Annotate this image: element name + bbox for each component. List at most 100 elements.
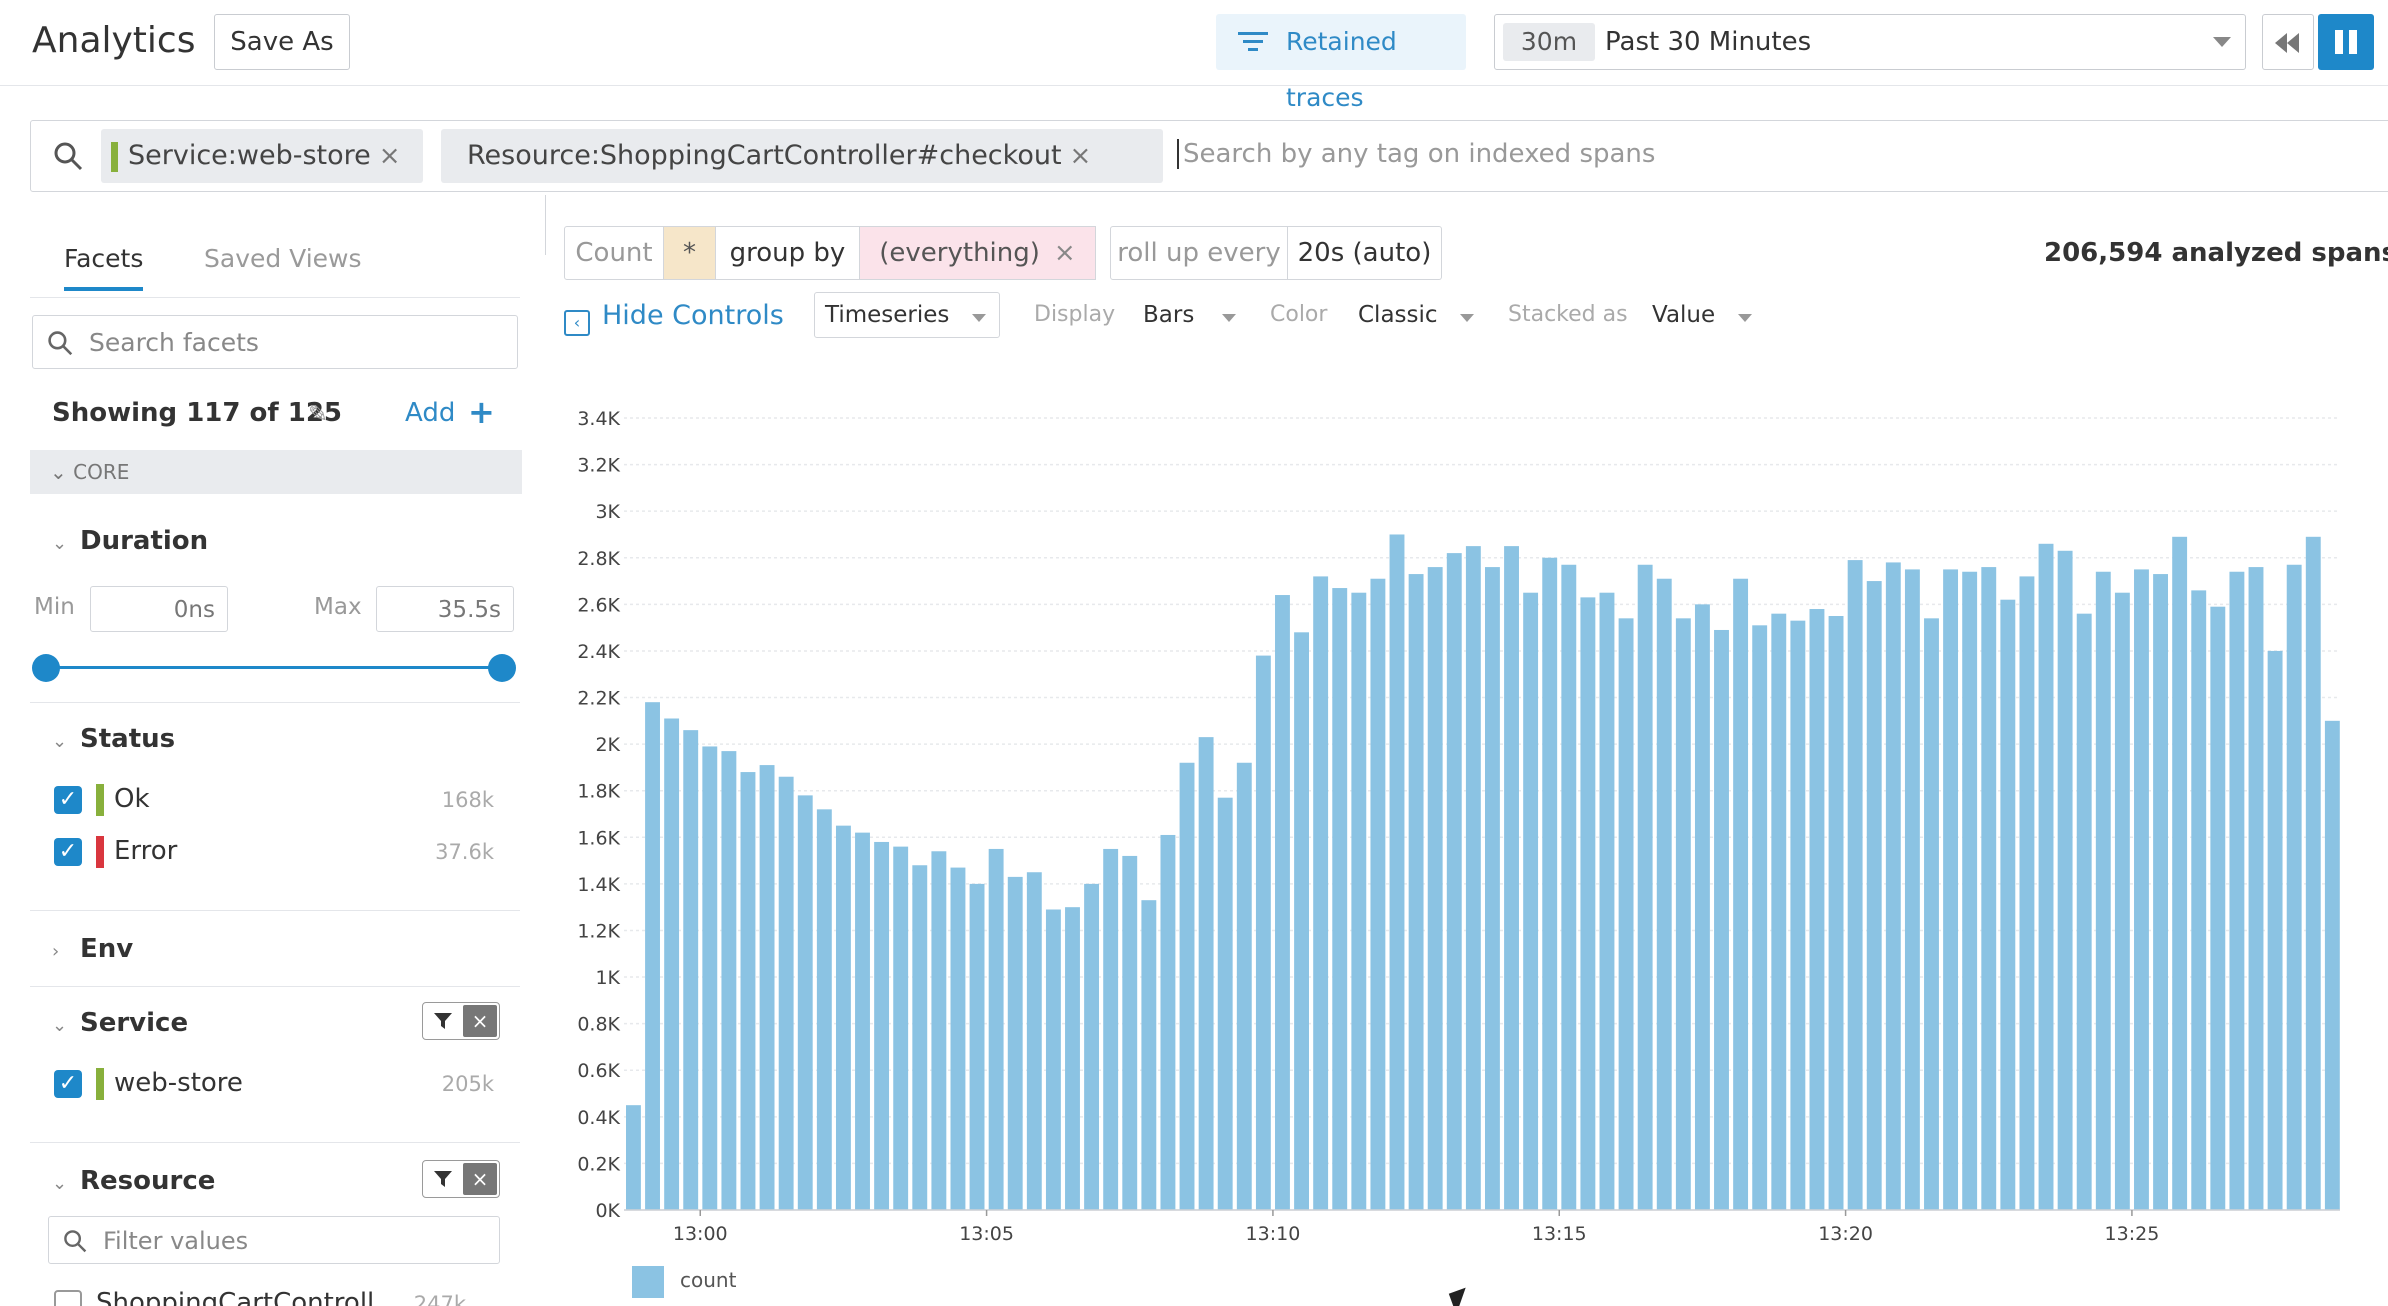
chart-bar [1198, 737, 1214, 1210]
facet-status-header[interactable]: ⌄ Status [52, 724, 175, 754]
measure-select[interactable]: Count [564, 226, 664, 280]
chart-bar [626, 1105, 641, 1210]
chart-bar [1962, 571, 1978, 1210]
span-search-bar[interactable]: Service:web-store × Resource:ShoppingCart… [30, 120, 2388, 192]
retained-traces-button[interactable]: Retained traces [1216, 14, 1466, 112]
chart-bar [1485, 567, 1500, 1210]
y-tick-label: 3.4K [577, 408, 620, 430]
chart-bar [1618, 618, 1634, 1210]
stacked-select[interactable]: Value [1652, 302, 1715, 328]
facet-search-input[interactable]: Search facets [32, 315, 518, 369]
resource-checkbox[interactable] [54, 1290, 82, 1306]
duration-slider-min-handle[interactable] [32, 654, 60, 682]
status-ok-count: 168k [441, 788, 494, 812]
duration-slider-max-handle[interactable] [488, 654, 516, 682]
facet-resource-header[interactable]: ⌄ Resource [52, 1166, 215, 1196]
core-group-header[interactable]: ⌄ CORE [30, 450, 522, 494]
status-error-checkbox[interactable]: ✓ [54, 838, 82, 866]
duration-min-input[interactable]: 0ns [90, 586, 228, 632]
retained-traces-label: Retained traces [1286, 27, 1397, 112]
search-input[interactable]: Search by any tag on indexed spans [1177, 139, 1655, 169]
color-select[interactable]: Classic [1358, 302, 1438, 328]
color-label: Color [1270, 302, 1328, 327]
group-by-select[interactable]: (everything) × [860, 226, 1096, 280]
facet-env-header[interactable]: › Env [52, 934, 133, 964]
chart-bar [664, 718, 680, 1210]
chart-bar [1790, 620, 1806, 1210]
y-tick-label: 1.6K [577, 827, 620, 849]
service-color-mark [96, 1068, 104, 1100]
resource-filter-input[interactable]: Filter values [48, 1216, 500, 1264]
chart-bar [2286, 564, 2302, 1210]
hide-controls-button[interactable]: ‹ Hide Controls [564, 300, 784, 336]
plus-icon[interactable]: + [468, 393, 495, 431]
close-icon[interactable]: × [463, 1005, 497, 1037]
service-web-store-count: 205k [441, 1072, 494, 1096]
add-facet-link[interactable]: Add [405, 398, 455, 428]
time-range-select[interactable]: 30m Past 30 Minutes [1494, 14, 2246, 70]
chevron-down-icon [1738, 314, 1752, 322]
resource-facet-actions[interactable]: × [422, 1160, 500, 1198]
chart-bar [2095, 571, 2111, 1210]
service-web-store-label[interactable]: web-store [114, 1068, 243, 1098]
time-range-short: 30m [1503, 23, 1595, 61]
chart-bar [950, 867, 966, 1210]
display-select[interactable]: Bars [1143, 302, 1194, 328]
chart-bar [1236, 762, 1252, 1210]
status-error-label[interactable]: Error [114, 836, 177, 866]
status-ok-checkbox[interactable]: ✓ [54, 786, 82, 814]
chevron-right-icon: › [52, 941, 60, 962]
close-icon[interactable]: × [463, 1163, 497, 1195]
facet-service-header[interactable]: ⌄ Service [52, 1008, 188, 1038]
close-icon[interactable]: × [1054, 238, 1076, 268]
filter-funnel-icon[interactable] [433, 1169, 453, 1189]
chart-bar [1656, 578, 1672, 1210]
timeseries-bar-chart[interactable]: 0K 0.2K 0.4K 0.6K 0.8K 1K 1.2K 1.4K 1.6K 1.8K 2K 2.… [560, 390, 2388, 1306]
close-icon[interactable]: × [379, 141, 401, 171]
chart-bar [759, 765, 775, 1210]
chart-bar [1217, 797, 1233, 1210]
chart-bar [2229, 571, 2245, 1210]
chart-bar [1523, 592, 1539, 1210]
chart-bar [874, 841, 890, 1210]
chart-bar [2172, 536, 2188, 1210]
max-label: Max [314, 594, 362, 620]
search-icon [54, 142, 83, 171]
resource-item-label[interactable]: ShoppingCartControll [96, 1288, 374, 1306]
filter-funnel-icon[interactable] [433, 1011, 453, 1031]
rollup-interval-select[interactable]: 20s (auto) [1288, 226, 1442, 280]
close-icon[interactable]: × [1070, 141, 1092, 171]
y-tick-label: 2.2K [577, 688, 620, 710]
tab-saved-views[interactable]: Saved Views [204, 244, 362, 273]
search-icon [64, 1230, 87, 1253]
chart-bar [2134, 569, 2149, 1210]
chevron-down-icon: ⌄ [50, 460, 74, 484]
save-as-button[interactable]: Save As [214, 14, 350, 70]
chart-bar [1179, 762, 1195, 1210]
chart-bar [2210, 606, 2226, 1210]
chevron-down-icon: ⌄ [52, 533, 68, 554]
rewind-icon [2275, 33, 2299, 53]
legend-swatch[interactable] [632, 1266, 664, 1298]
chart-bar [1924, 618, 1939, 1210]
chart-bar [1351, 592, 1367, 1210]
tab-facets[interactable]: Facets [64, 244, 144, 291]
chart-bar [2114, 592, 2130, 1210]
pause-button[interactable] [2318, 14, 2374, 70]
chart-bar [1714, 629, 1729, 1210]
legend-label[interactable]: count [680, 1268, 736, 1292]
service-web-store-checkbox[interactable]: ✓ [54, 1070, 82, 1098]
duration-max-input[interactable]: 35.5s [376, 586, 514, 632]
measure-field[interactable]: * [664, 226, 716, 280]
service-facet-actions[interactable]: × [422, 1002, 500, 1040]
rewind-button[interactable] [2262, 14, 2314, 70]
facet-duration-header[interactable]: ⌄ Duration [52, 526, 208, 556]
status-ok-label[interactable]: Ok [114, 784, 150, 814]
chevron-down-icon [972, 314, 986, 322]
filter-chip-service[interactable]: Service:web-store × [101, 129, 423, 183]
filter-chip-resource[interactable]: Resource:ShoppingCartController#checkout… [441, 129, 1163, 183]
pencil-icon[interactable]: ✎ [308, 400, 328, 428]
duration-slider-track[interactable] [46, 666, 502, 669]
x-tick-label: 13:25 [2105, 1223, 2160, 1245]
facet-search-placeholder: Search facets [89, 328, 259, 357]
